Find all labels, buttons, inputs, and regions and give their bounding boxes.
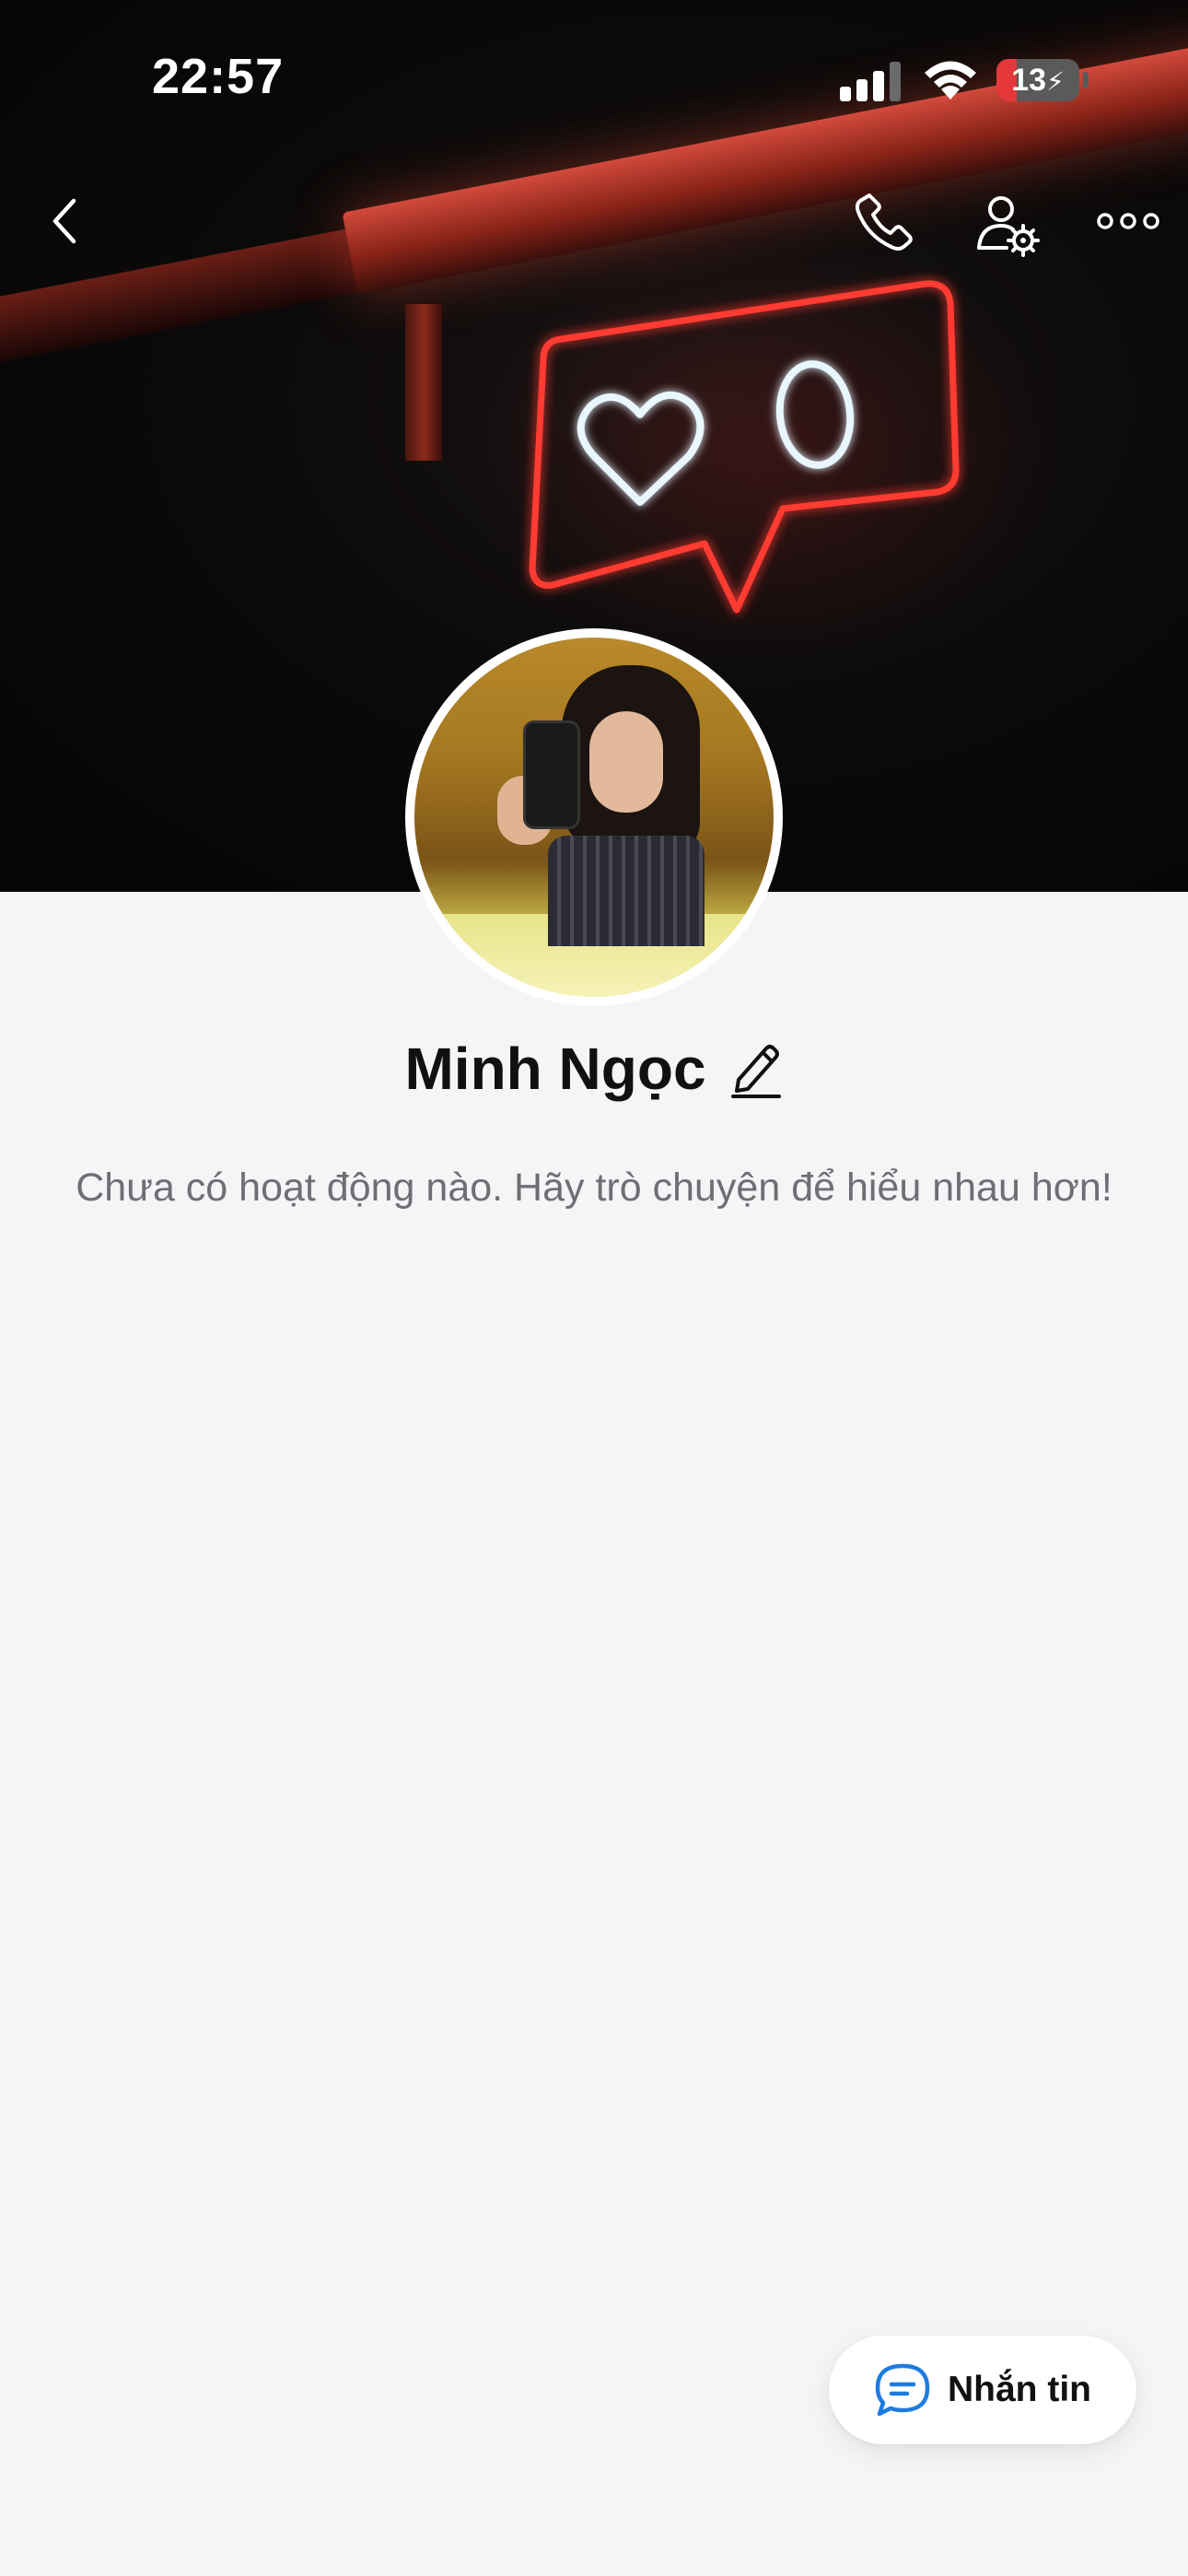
profile-screen: 22:57 13⚡ Minh Ngọc Chưa có hoạt động nà… <box>0 0 1188 2576</box>
avatar-photo <box>414 638 774 997</box>
profile-avatar[interactable] <box>405 628 783 1006</box>
send-message-button[interactable]: Nhắn tin <box>829 2336 1136 2444</box>
phone-icon <box>855 193 913 251</box>
profile-name-row: Minh Ngọc <box>0 1027 1188 1110</box>
empty-activity-message: Chưa có hoạt động nào. Hãy trò chuyện để… <box>76 1165 1112 1210</box>
neon-zero <box>775 360 855 469</box>
neon-like-sign <box>529 280 960 614</box>
battery-indicator: 13⚡ <box>996 59 1079 101</box>
user-settings-icon <box>977 196 1040 257</box>
cellular-signal-icon <box>840 62 901 101</box>
call-button[interactable] <box>847 184 921 258</box>
pencil-icon <box>730 1045 781 1098</box>
neon-heart <box>577 392 705 506</box>
more-options-button[interactable] <box>1087 184 1170 258</box>
status-bar: 22:57 13⚡ <box>0 0 1188 157</box>
wifi-icon <box>925 61 976 100</box>
battery-level: 13⚡ <box>1011 63 1065 98</box>
charging-bolt-icon: ⚡ <box>1046 67 1065 96</box>
profile-name: Minh Ngọc <box>404 1036 706 1102</box>
status-time: 22:57 <box>152 49 285 104</box>
avatar-photo-body <box>548 836 705 946</box>
chevron-left-icon <box>52 198 76 244</box>
send-message-label: Nhắn tin <box>948 2370 1091 2409</box>
more-horizontal-icon <box>1097 213 1159 229</box>
battery-cap <box>1083 72 1089 88</box>
chat-bubble-icon <box>875 2363 930 2417</box>
edit-name-button[interactable] <box>728 1036 784 1101</box>
back-button[interactable] <box>28 184 101 258</box>
avatar-photo-phone <box>523 720 580 829</box>
avatar-photo-face <box>589 711 663 813</box>
cover-post <box>405 304 442 461</box>
neon-speech-bubble <box>529 280 960 614</box>
user-settings-button[interactable] <box>967 184 1050 267</box>
